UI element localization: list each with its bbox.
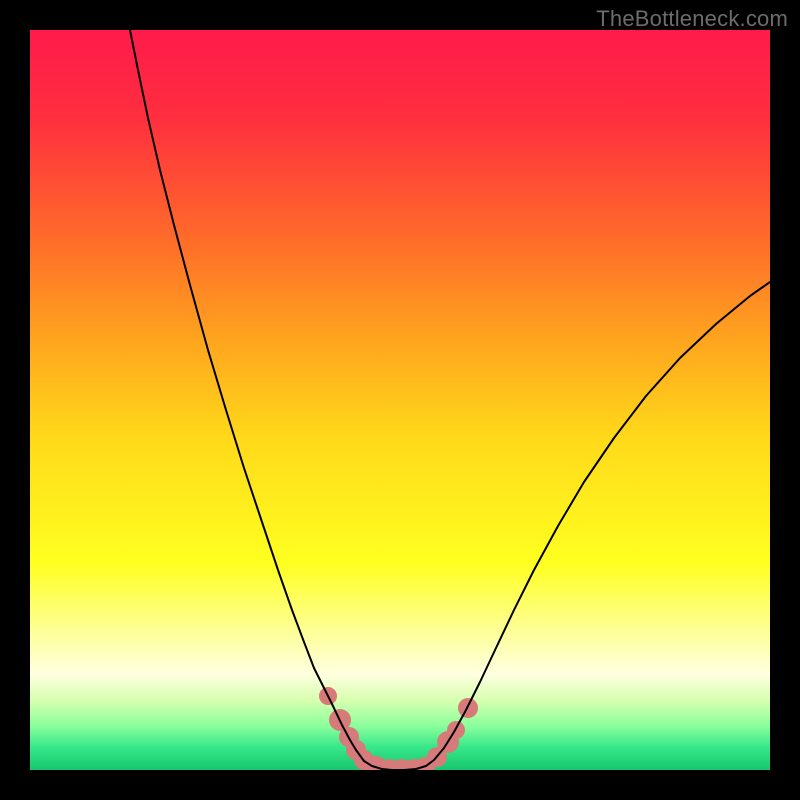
watermark-text: TheBottleneck.com	[596, 6, 788, 32]
chart-svg	[30, 30, 770, 770]
plot-area	[30, 30, 770, 770]
gradient-background	[30, 30, 770, 770]
outer-frame: TheBottleneck.com	[0, 0, 800, 800]
